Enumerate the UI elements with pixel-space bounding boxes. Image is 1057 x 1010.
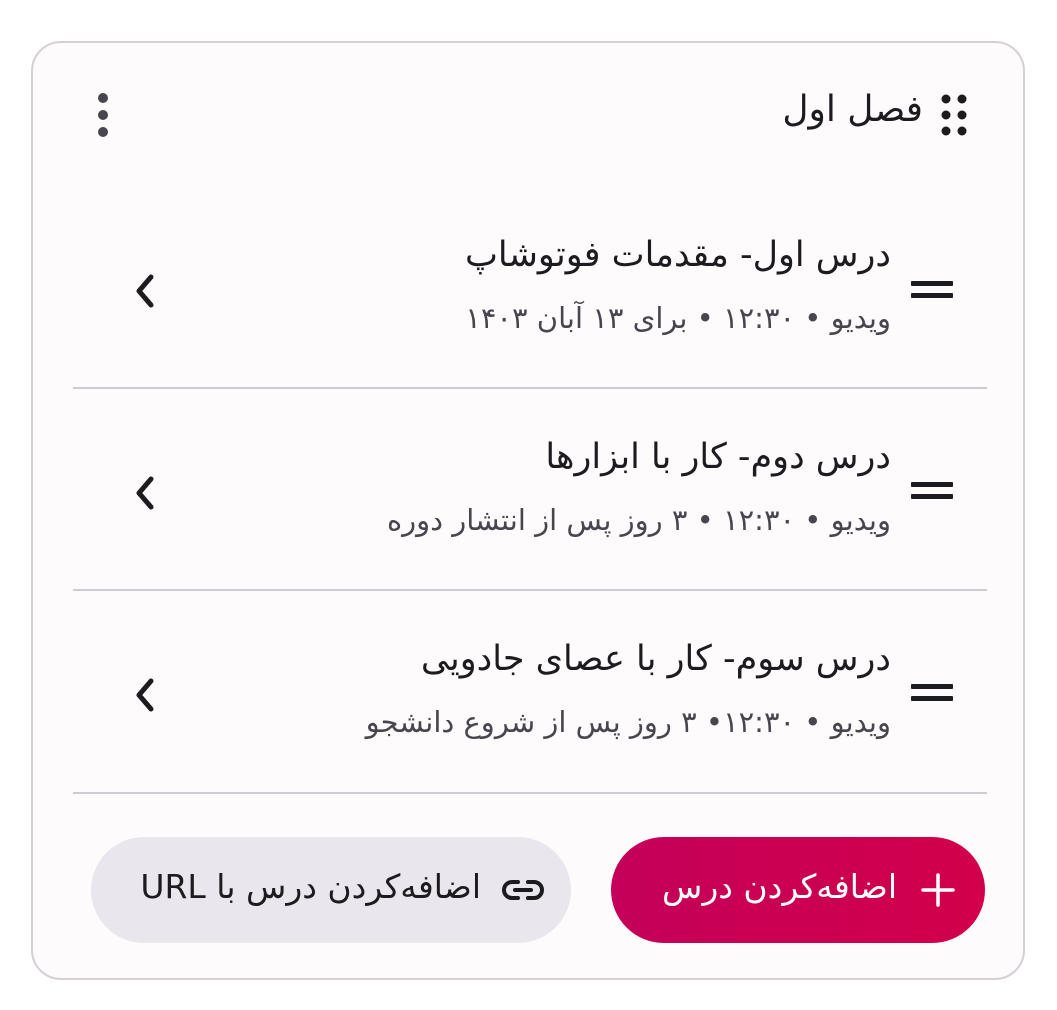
lesson-item[interactable]: درس سوم- کار با عصای جادویی ویدیو • ۱۲:۳…: [73, 597, 987, 797]
lesson-item[interactable]: درس دوم- کار با ابزارها ویدیو • ۱۲:۳۰ • …: [73, 395, 987, 595]
chevron-left-icon[interactable]: [131, 675, 159, 715]
divider: [73, 589, 987, 591]
drag-dots-icon[interactable]: [941, 93, 967, 137]
add-lesson-url-label: اضافه‌کردن درس با URL: [140, 867, 481, 906]
more-vertical-icon[interactable]: [91, 91, 115, 139]
link-icon: [502, 880, 544, 900]
section-title: فصل اول: [782, 89, 923, 130]
lesson-meta: ویدیو • ۱۲:۳۰• ۳ روز پس از شروع دانشجو: [365, 705, 891, 739]
add-lesson-label: اضافه‌کردن درس: [662, 867, 897, 906]
add-lesson-url-button[interactable]: اضافه‌کردن درس با URL: [91, 837, 571, 943]
divider: [73, 792, 987, 794]
lesson-meta: ویدیو • ۱۲:۳۰ • برای ۱۳ آبان ۱۴۰۳: [465, 301, 891, 335]
drag-handle-icon[interactable]: [909, 681, 959, 705]
drag-handle-icon[interactable]: [909, 278, 959, 302]
section-card: فصل اول درس اول- مقدمات فوتوشاپ ویدیو • …: [31, 41, 1025, 980]
drag-handle-icon[interactable]: [909, 479, 959, 503]
lesson-meta: ویدیو • ۱۲:۳۰ • ۳ روز پس از انتشار دوره: [386, 503, 891, 537]
divider: [73, 387, 987, 389]
add-lesson-button[interactable]: اضافه‌کردن درس: [611, 837, 985, 943]
section-header: فصل اول: [33, 43, 1023, 193]
lesson-title: درس دوم- کار با ابزارها: [545, 437, 891, 477]
lesson-title: درس اول- مقدمات فوتوشاپ: [464, 235, 891, 275]
chevron-left-icon[interactable]: [131, 271, 159, 311]
lesson-item[interactable]: درس اول- مقدمات فوتوشاپ ویدیو • ۱۲:۳۰ • …: [73, 193, 987, 393]
plus-icon: [921, 873, 955, 907]
chevron-left-icon[interactable]: [131, 473, 159, 513]
lesson-title: درس سوم- کار با عصای جادویی: [420, 639, 891, 679]
